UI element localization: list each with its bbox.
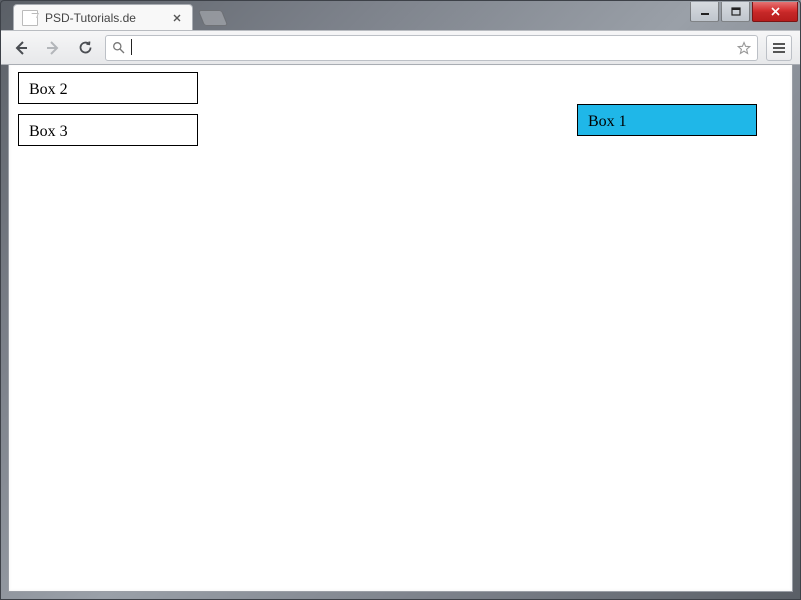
minimize-icon bbox=[700, 7, 710, 17]
page-viewport: Box 1 Box 2 Box 3 bbox=[8, 64, 793, 592]
reload-button[interactable] bbox=[73, 36, 97, 60]
browser-tab[interactable]: PSD-Tutorials.de bbox=[13, 4, 193, 30]
tab-title: PSD-Tutorials.de bbox=[45, 11, 163, 25]
box-2: Box 2 bbox=[18, 72, 198, 104]
close-icon bbox=[173, 14, 181, 22]
toolbar bbox=[1, 30, 800, 65]
arrow-left-icon bbox=[12, 39, 30, 57]
browser-window: PSD-Tutorials.de bbox=[0, 0, 801, 600]
window-inner: PSD-Tutorials.de bbox=[0, 0, 801, 600]
bookmark-star-icon[interactable] bbox=[737, 41, 751, 55]
maximize-button[interactable] bbox=[721, 2, 750, 22]
hamburger-icon bbox=[772, 42, 786, 54]
address-bar[interactable] bbox=[105, 35, 758, 61]
minimize-button[interactable] bbox=[690, 2, 719, 22]
forward-button[interactable] bbox=[41, 36, 65, 60]
tab-close-button[interactable] bbox=[170, 11, 184, 25]
box-3: Box 3 bbox=[18, 114, 198, 146]
close-icon bbox=[770, 6, 781, 17]
tabstrip: PSD-Tutorials.de bbox=[1, 3, 800, 30]
search-icon bbox=[112, 41, 125, 54]
file-icon bbox=[22, 10, 38, 26]
maximize-icon bbox=[731, 7, 741, 17]
arrow-right-icon bbox=[44, 39, 62, 57]
new-tab-button[interactable] bbox=[198, 10, 228, 26]
menu-button[interactable] bbox=[766, 35, 792, 61]
box-1: Box 1 bbox=[577, 104, 757, 136]
page-content: Box 1 Box 2 Box 3 bbox=[9, 64, 792, 591]
back-button[interactable] bbox=[9, 36, 33, 60]
close-window-button[interactable] bbox=[752, 2, 798, 22]
reload-icon bbox=[77, 39, 94, 56]
url-input[interactable] bbox=[131, 39, 731, 57]
